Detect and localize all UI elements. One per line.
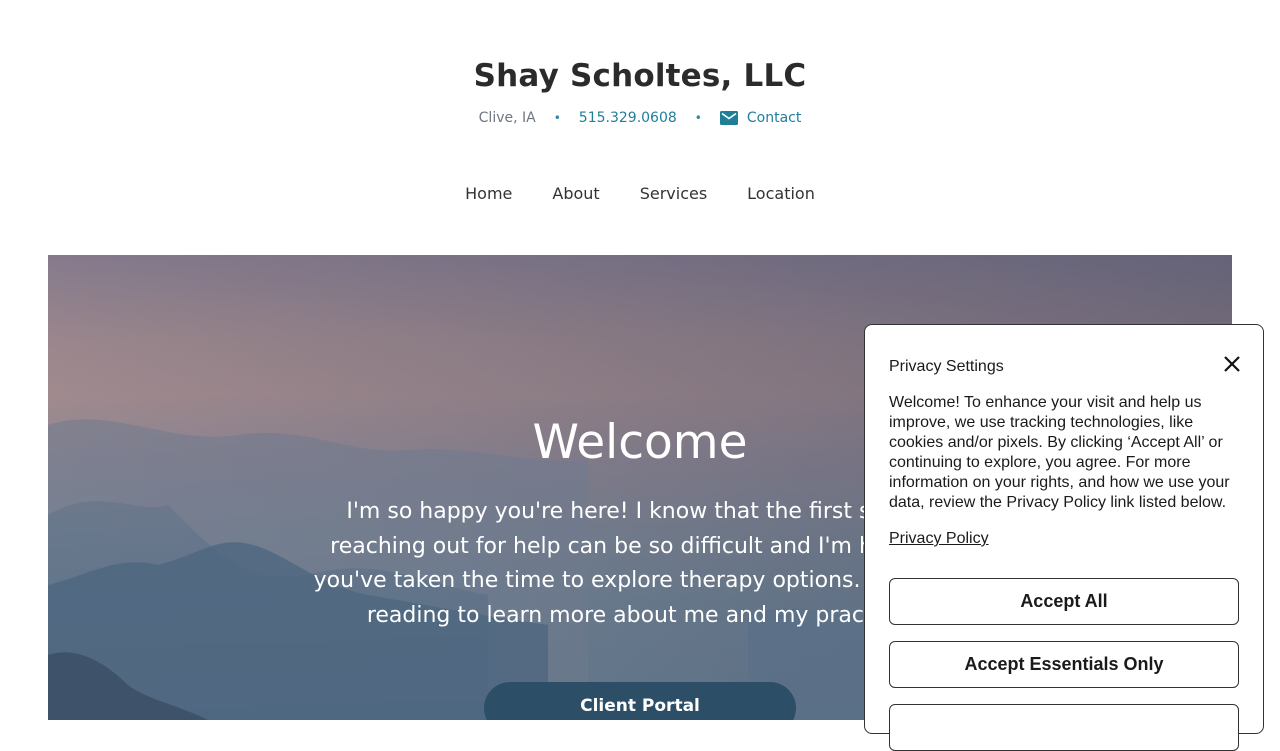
site-title[interactable]: Shay Scholtes, LLC (0, 58, 1280, 94)
client-portal-button[interactable]: Client Portal (484, 682, 796, 720)
privacy-settings-dialog: Privacy Settings Welcome! To enhance you… (864, 324, 1264, 751)
separator-dot: • (694, 111, 702, 125)
accept-all-button[interactable]: Accept All (889, 578, 1239, 625)
contact-label: Contact (746, 110, 802, 126)
privacy-policy-link[interactable]: Privacy Policy (889, 530, 989, 548)
privacy-option-button[interactable] (889, 704, 1239, 751)
site-header: Shay Scholtes, LLC Clive, IA • 515.329.0… (0, 0, 1280, 255)
phone-link[interactable]: 515.329.0608 (579, 110, 677, 126)
main-nav: Home About Services Location (0, 184, 1280, 203)
accept-essentials-button[interactable]: Accept Essentials Only (889, 641, 1239, 688)
city-text: Clive, IA (478, 110, 536, 126)
nav-item-location[interactable]: Location (747, 184, 815, 203)
nav-item-home[interactable]: Home (465, 184, 512, 203)
nav-item-services[interactable]: Services (640, 184, 707, 203)
contact-line: Clive, IA • 515.329.0608 • Contact (0, 110, 1280, 126)
contact-link[interactable]: Contact (719, 110, 802, 126)
mail-icon (719, 111, 738, 125)
nav-item-about[interactable]: About (552, 184, 599, 203)
separator-dot: • (553, 111, 561, 125)
privacy-body-text: Welcome! To enhance your visit and help … (889, 394, 1230, 511)
close-icon[interactable] (1221, 353, 1243, 375)
privacy-title: Privacy Settings (889, 358, 1004, 375)
